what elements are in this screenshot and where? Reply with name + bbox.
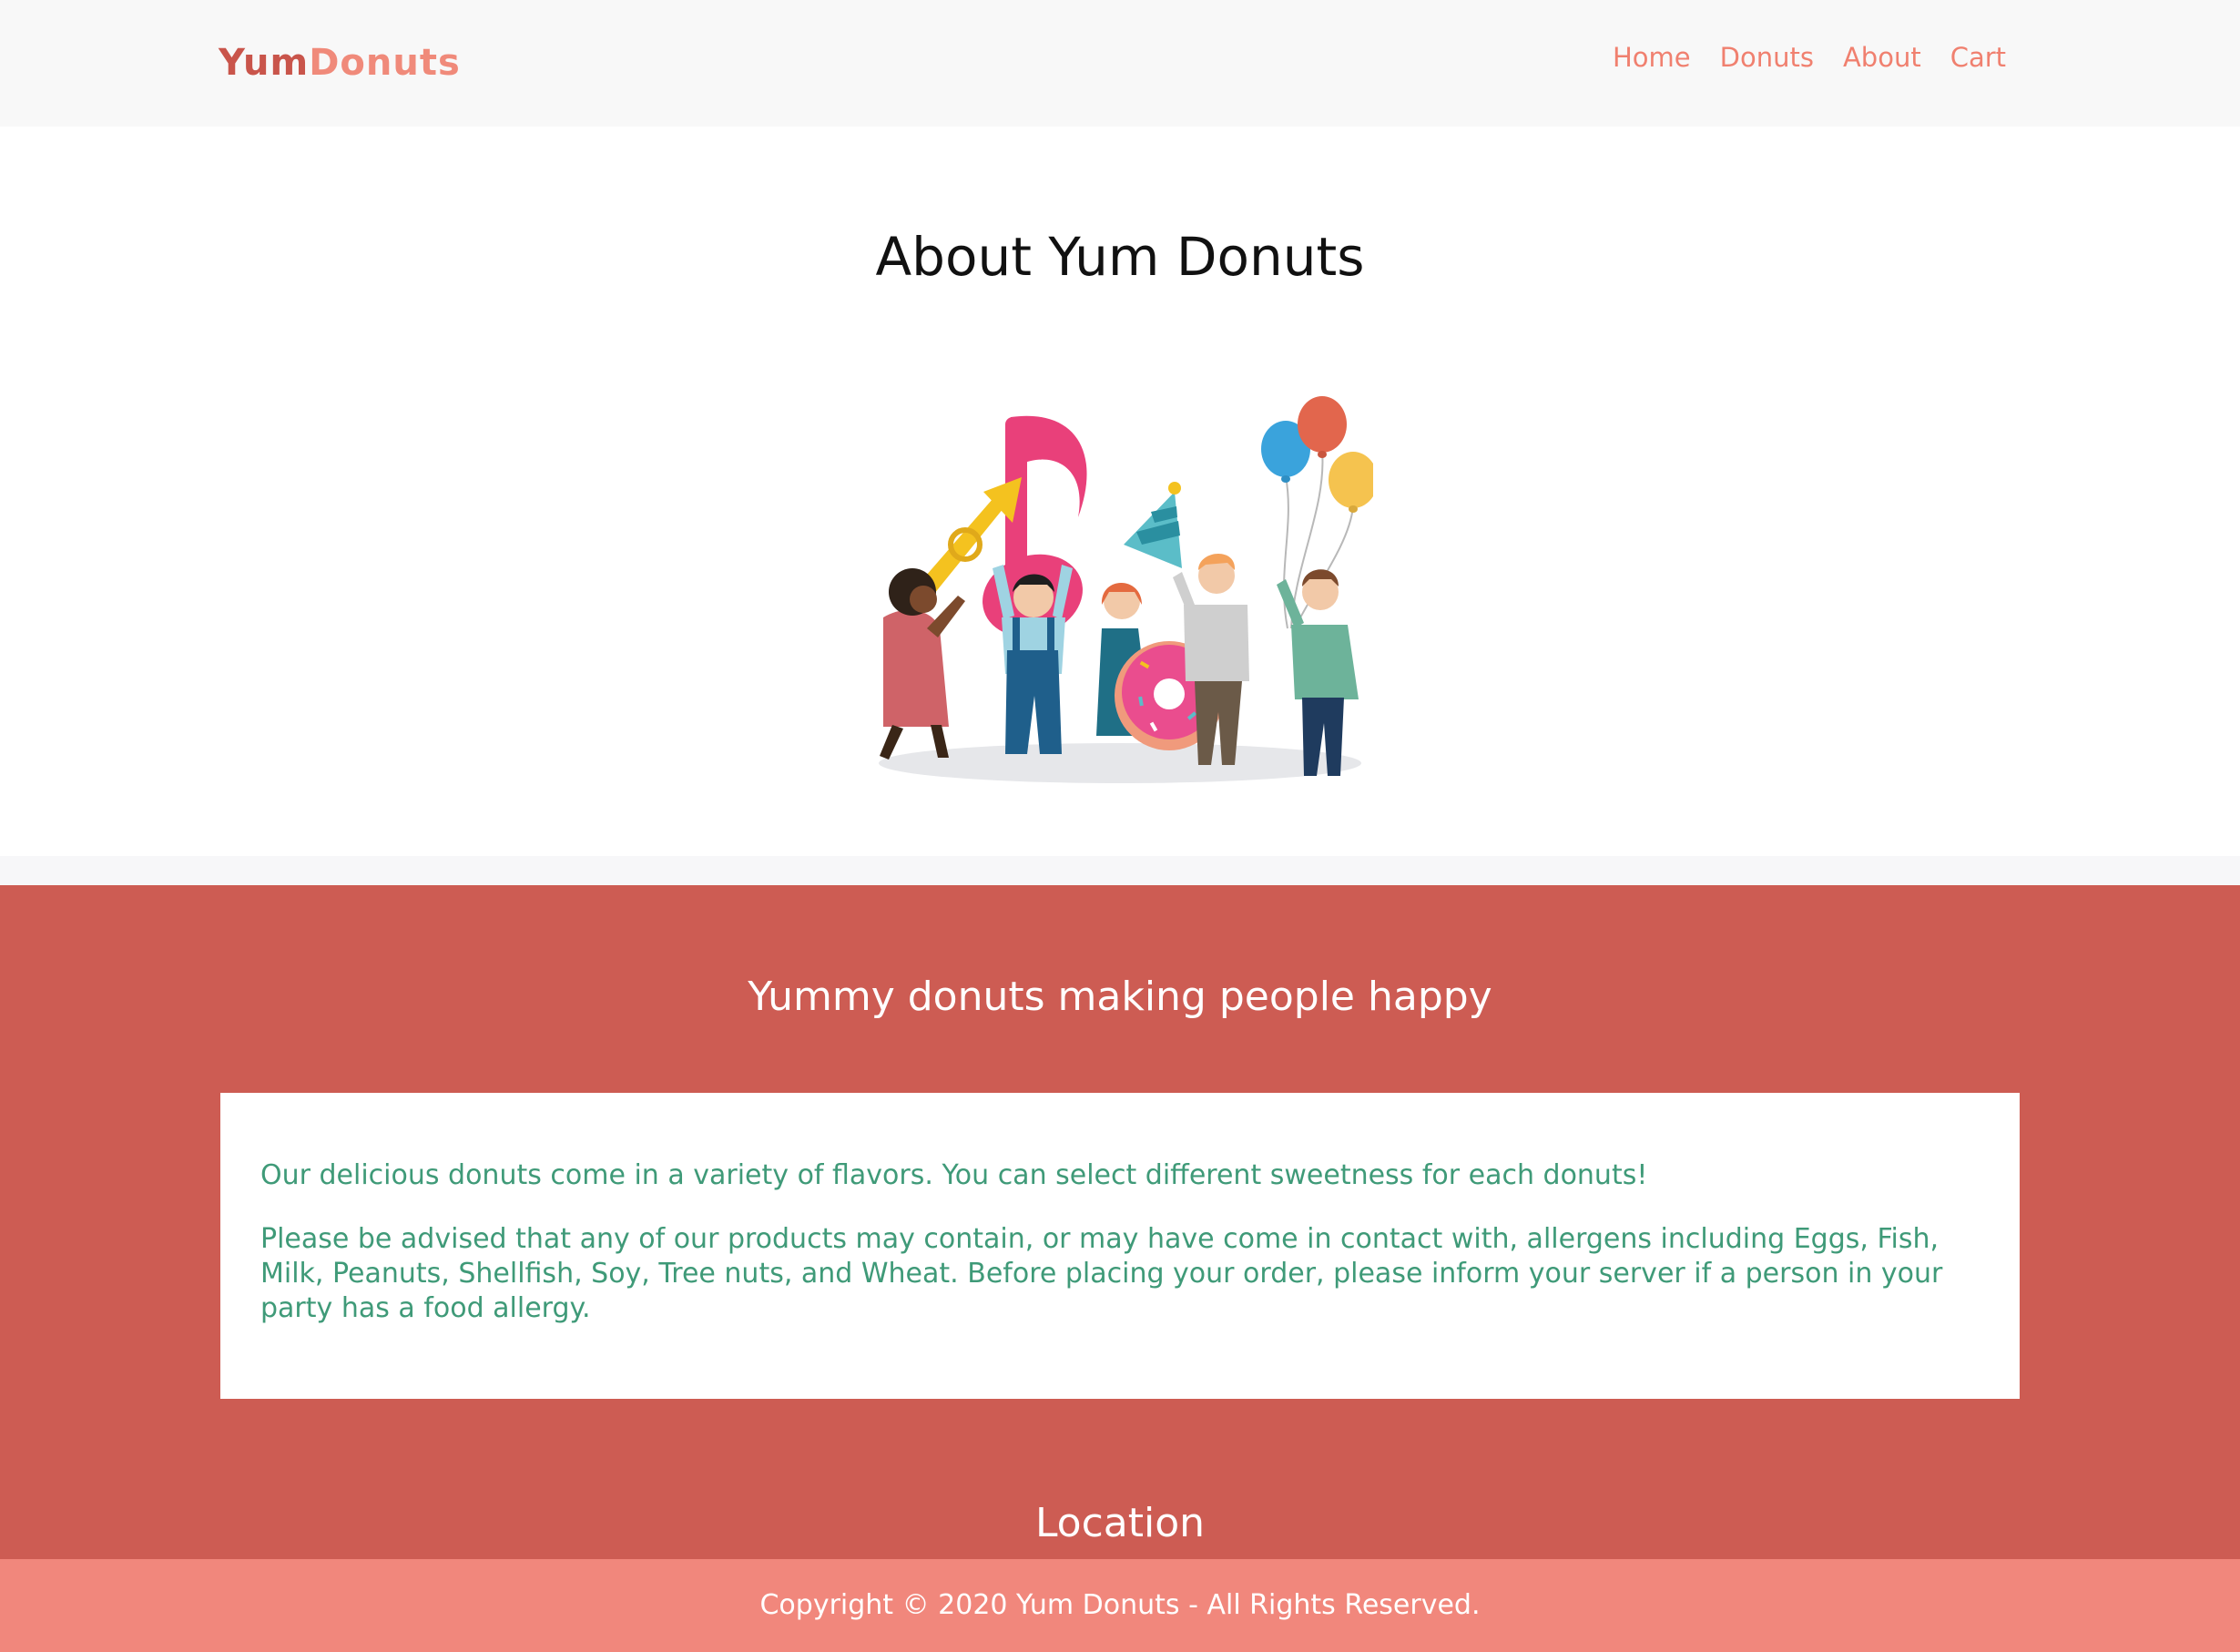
info-paragraph-flavors: Our delicious donuts come in a variety o… [260, 1159, 1648, 1191]
brand-logo-part2: Donuts [309, 42, 461, 84]
page-title: About Yum Donuts [875, 226, 1365, 288]
brand-logo[interactable]: YumDonuts [219, 40, 461, 86]
nav-link-about[interactable]: About [1843, 36, 1921, 78]
info-paragraph-allergens: Please be advised that any of our produc… [260, 1223, 1943, 1324]
brand-logo-part1: Yum [219, 42, 310, 84]
nav-link-donuts[interactable]: Donuts [1720, 36, 1814, 78]
nav-link-cart[interactable]: Cart [1950, 36, 2006, 78]
copyright-text: Copyright © 2020 Yum Donuts - All Rights… [759, 1589, 1481, 1621]
footer: Copyright © 2020 Yum Donuts - All Rights… [0, 1559, 2240, 1652]
section-divider [0, 856, 2240, 885]
navbar: YumDonuts Home Donuts About Cart [0, 0, 2240, 127]
about-heading: Yummy donuts making people happy [748, 974, 1492, 1020]
nav-link-home[interactable]: Home [1613, 36, 1691, 78]
party-illustration [879, 396, 1373, 783]
nav-menu: Home Donuts About Cart [1613, 36, 2035, 78]
info-card: Our delicious donuts come in a variety o… [220, 1093, 2020, 1399]
location-heading: Location [1034, 1500, 1206, 1546]
